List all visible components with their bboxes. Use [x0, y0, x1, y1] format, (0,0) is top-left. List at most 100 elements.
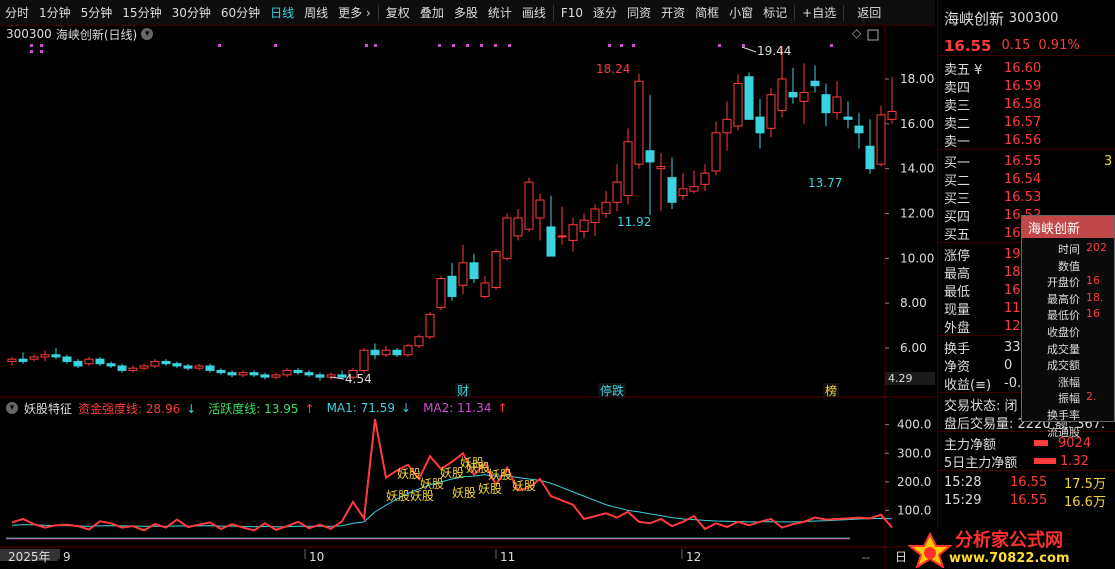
tooltip-row: 涨幅 — [1022, 374, 1114, 391]
signal-tag: 妖股 — [488, 468, 512, 482]
tooltip-value — [1080, 357, 1086, 374]
candle-body — [722, 118, 732, 134]
candle-body — [535, 199, 545, 219]
tooltip-label: 振幅 — [1058, 392, 1080, 406]
tooltip-value: 202 — [1086, 241, 1107, 254]
x-axis-label: 11 — [500, 550, 515, 564]
tooltip-label: 最高价 — [1047, 292, 1080, 306]
tick-time: 15:28 — [944, 474, 982, 490]
tooltip-value — [1080, 324, 1086, 341]
tooltip-label: 开盘价 — [1047, 276, 1080, 290]
current-price-label: 4.29 — [888, 372, 913, 385]
candle-body — [73, 360, 83, 367]
price-tick-label: 18.00 — [900, 72, 934, 86]
tick-time: 15:29 — [944, 492, 982, 508]
candle-body — [590, 208, 600, 223]
candle-body — [304, 372, 314, 376]
toolbar-item[interactable]: 统计 — [483, 4, 517, 21]
signal-dot — [632, 44, 635, 47]
toolbar-item[interactable]: 周线 — [299, 4, 333, 21]
toolbar-item[interactable]: F10 — [556, 6, 588, 20]
toolbar-item[interactable]: 15分钟 — [117, 4, 166, 21]
quote-row-label: 现量 — [944, 302, 971, 318]
tooltip-value — [1080, 258, 1086, 275]
toolbar-item[interactable]: 返回 — [852, 4, 886, 21]
event-marker: 停跌 — [600, 383, 624, 398]
signal-dot — [438, 44, 441, 47]
quote-row-label: 涨停 — [944, 248, 971, 264]
indicator-header: ▾ 妖股特征 资金强度线: 28.96 ↓ 活跃度线: 13.95 ↑ MA1: 7… — [0, 400, 885, 416]
quote-row-label: 买三 — [944, 191, 971, 207]
quote-row-label: 买一 — [944, 155, 971, 171]
toolbar-item[interactable]: 30分钟 — [167, 4, 216, 21]
candle-body — [458, 262, 468, 286]
candle-body — [51, 354, 61, 358]
candle-body — [469, 262, 479, 280]
price-tick-label: 12.00 — [900, 207, 934, 221]
quote-row-label: 卖二 — [944, 116, 971, 132]
main-net-label: 主力净额 — [944, 437, 997, 453]
candle-body — [491, 251, 501, 288]
quote-row-value: 16.54 — [1004, 171, 1042, 187]
candle-body — [392, 349, 402, 356]
candle-body — [546, 226, 556, 257]
candle-body — [524, 181, 534, 230]
toolbar-item[interactable]: 叠加 — [415, 4, 449, 21]
toolbar-item[interactable]: 开资 — [656, 4, 690, 21]
quote-row-value: 16.59 — [1004, 78, 1042, 94]
quote-header: 海峡创新 300300 — [938, 0, 1115, 36]
tooltip-label: 流通股 — [1047, 425, 1080, 439]
toolbar-item[interactable]: 画线 — [517, 4, 551, 21]
candle-body — [887, 111, 897, 120]
candle-body — [755, 116, 765, 134]
kline-chart[interactable]: 18.00 16.00 14.00 12.00 10.00 8.00 6.00 4.29 19.… — [0, 26, 935, 569]
candle-body — [480, 282, 490, 297]
candle-body — [40, 354, 50, 358]
candle-body — [810, 80, 820, 87]
signal-tag: 妖股 — [452, 486, 476, 500]
signal-dot — [40, 44, 43, 47]
candle-body — [447, 275, 457, 297]
signal-dot — [830, 44, 833, 47]
signal-dot — [30, 50, 33, 53]
toolbar-item[interactable]: 日线 — [265, 4, 299, 21]
signal-dot — [718, 44, 721, 47]
toolbar-separator — [552, 4, 554, 21]
toolbar-item[interactable]: 60分钟 — [216, 4, 265, 21]
signal-dot — [742, 44, 745, 47]
price-tick-label: 10.00 — [900, 251, 934, 265]
toolbar-item[interactable]: 复权 — [381, 4, 415, 21]
toolbar-item[interactable]: 同资 — [622, 4, 656, 21]
candle-body — [799, 91, 809, 102]
candle-body — [7, 358, 17, 362]
toolbar-item[interactable]: 1分钟 — [34, 4, 76, 21]
toolbar-item[interactable]: 更多 › — [333, 4, 376, 21]
candle-body — [843, 116, 853, 120]
quote-row-label: 买五 — [944, 227, 971, 243]
toolbar-item[interactable]: 5分钟 — [76, 4, 118, 21]
candle-body — [359, 349, 369, 371]
toolbar-item[interactable]: 标记 — [758, 4, 792, 21]
toolbar-item[interactable]: 逐分 — [588, 4, 622, 21]
candle-body — [403, 345, 413, 356]
candle-body — [425, 313, 435, 338]
candle-body — [172, 363, 182, 367]
candle-body — [84, 358, 94, 365]
price-line: 16.55 0.15 0.91% — [938, 36, 1115, 56]
indicator-tick-label: 200.0 — [897, 475, 931, 489]
toolbar-item[interactable]: 简框 — [690, 4, 724, 21]
toolbar-item[interactable]: +自选 — [797, 4, 841, 21]
tooltip-label: 成交量 — [1047, 342, 1080, 356]
ma2-label: MA2: 11.34 ↑ — [423, 401, 508, 415]
toolbar-item[interactable]: 分时 — [0, 4, 34, 21]
candle-body — [821, 94, 831, 114]
toolbar-item[interactable]: 多股 — [449, 4, 483, 21]
indicator-expand-icon[interactable]: ▾ — [6, 402, 18, 414]
toolbar-item[interactable]: 小窗 — [724, 4, 758, 21]
tooltip-title: 海峡创新 — [1022, 216, 1114, 238]
candle-body — [414, 336, 424, 347]
quote-row-label: 卖一 — [944, 134, 971, 150]
quote-row: 卖三 16.58 — [938, 95, 1115, 114]
candle-body — [667, 177, 677, 203]
x-axis-label: 10 — [309, 550, 324, 564]
